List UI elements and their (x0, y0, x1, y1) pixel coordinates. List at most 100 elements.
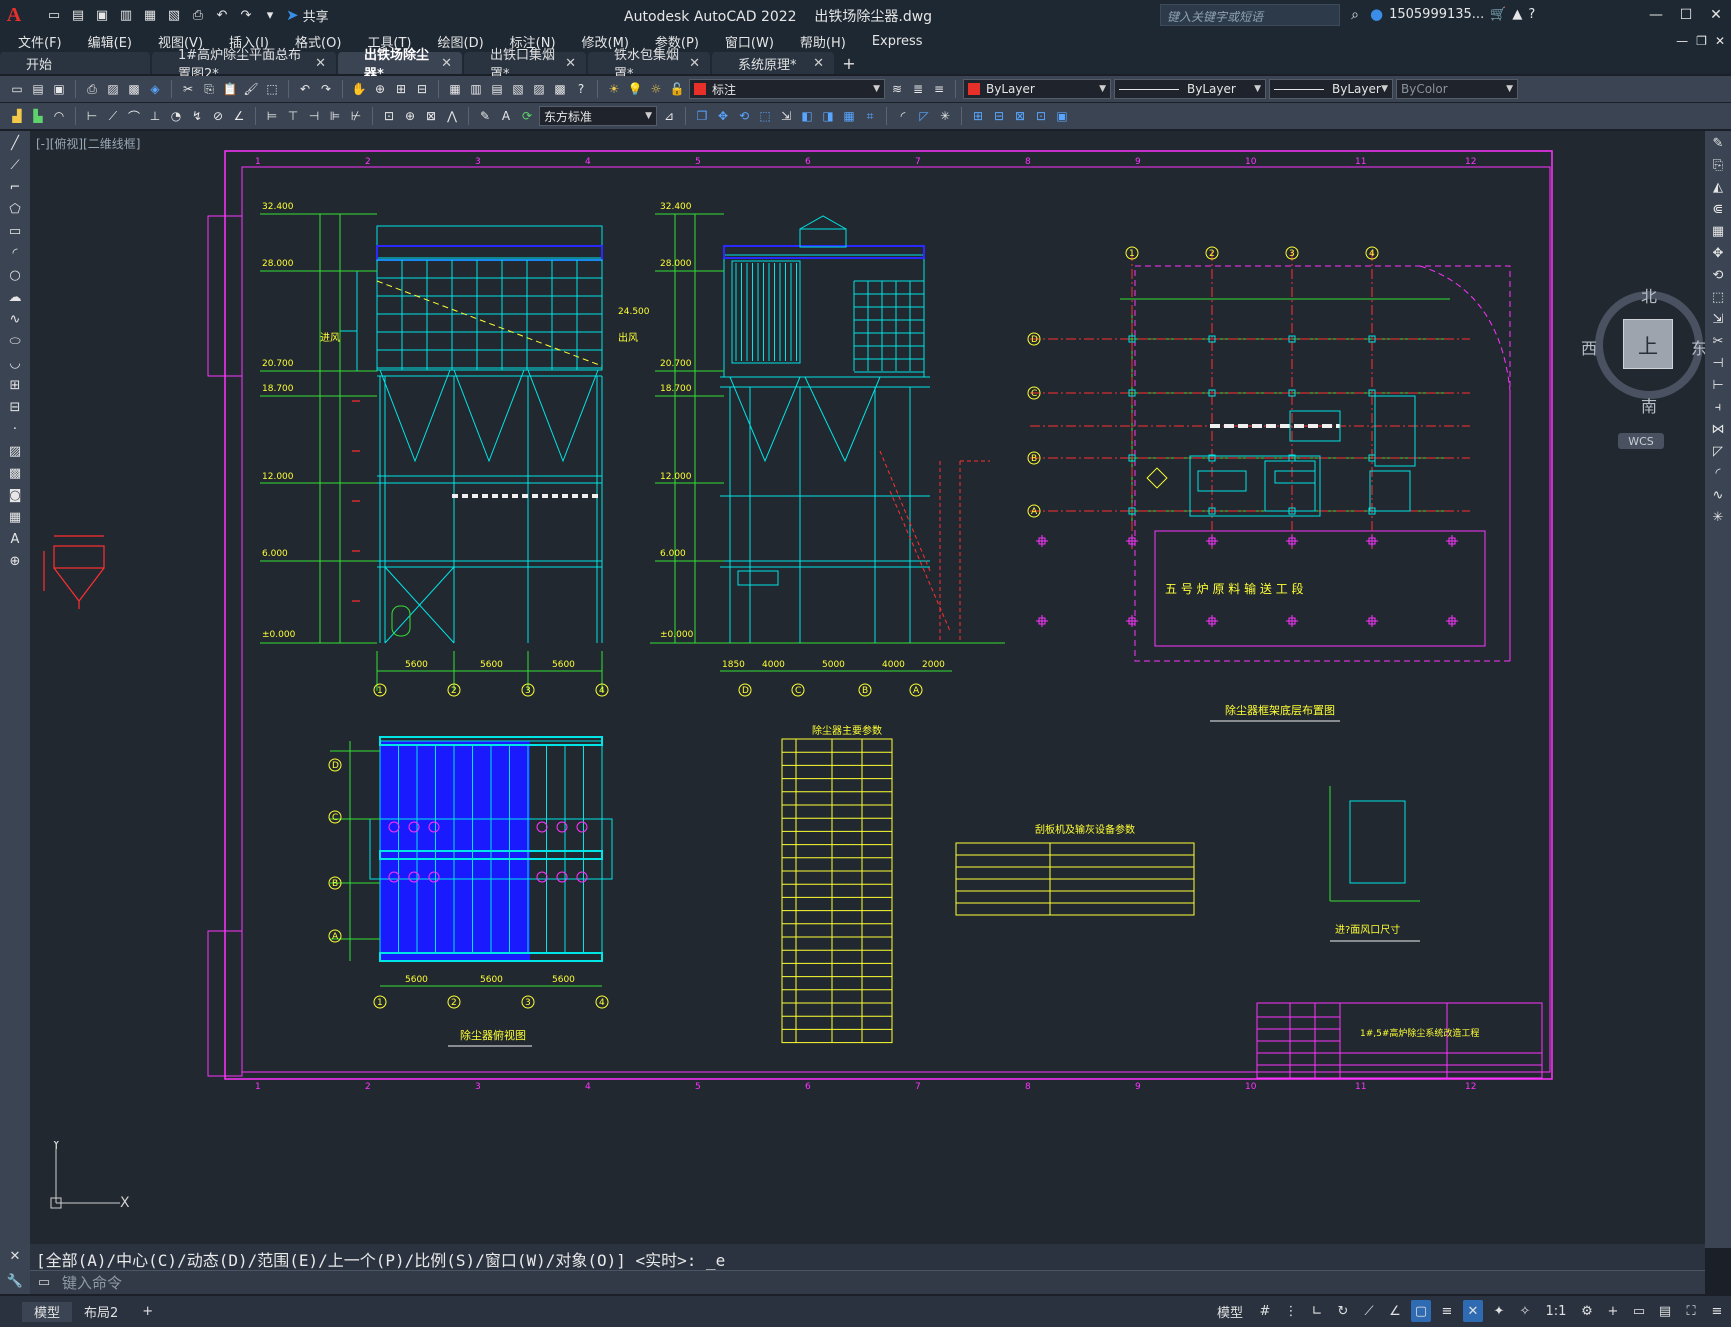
inspection-icon[interactable]: ⊠ (422, 107, 440, 125)
tab-blast-furnace-plan[interactable]: 1#高炉除尘平面总布置图2* ✕ (152, 48, 336, 82)
radius-icon[interactable]: ◔ (167, 107, 185, 125)
markup-icon[interactable]: ▨ (530, 80, 548, 98)
close-tab-icon[interactable]: ✕ (813, 56, 824, 71)
angular-icon[interactable]: ∠ (230, 107, 248, 125)
autodesk-app-icon[interactable]: ▲ (1512, 7, 1522, 22)
viewcube[interactable]: 上 北 南 西 东 WCS (1581, 283, 1705, 449)
command-prompt-icon[interactable]: ▭ (30, 1275, 58, 1290)
block-editor-icon[interactable]: ⬚ (263, 80, 281, 98)
rotate-icon[interactable]: ⟲ (735, 107, 753, 125)
save-as-icon[interactable]: ▥ (116, 5, 136, 25)
clean-screen-icon[interactable]: ⛶ (1681, 1300, 1701, 1322)
viewcube-west[interactable]: 西 (1581, 335, 1597, 359)
dim-arc-icon[interactable]: ◠ (50, 107, 68, 125)
new-icon[interactable]: ▭ (44, 5, 64, 25)
join-icon[interactable]: ⋈ (1707, 419, 1729, 439)
menu-file[interactable]: 文件(F) (18, 32, 62, 51)
circle-icon[interactable]: ○ (4, 265, 26, 285)
save-icon[interactable]: ▣ (92, 5, 112, 25)
dim-linear-icon[interactable]: ▟ (8, 107, 26, 125)
user-account[interactable]: ● 1505999135... 🛒 ▲ ? (1370, 5, 1535, 23)
mtext-icon[interactable]: A (4, 529, 26, 549)
dim-edit-icon[interactable]: ✎ (476, 107, 494, 125)
menu-window[interactable]: 窗口(W) (725, 32, 774, 51)
quick-properties-icon[interactable]: ▤ (1655, 1300, 1675, 1322)
sheet-set-icon[interactable]: ▧ (509, 80, 527, 98)
tab-tapping-dust-collector[interactable]: 出铁场除尘器* ✕ (338, 48, 462, 82)
linetype-dropdown[interactable]: ByLayer ▼ (1114, 79, 1266, 99)
fillet-icon[interactable]: ◜ (894, 107, 912, 125)
match-properties-icon[interactable]: 🖌 (242, 80, 260, 98)
viewcube-top-face[interactable]: 上 (1623, 319, 1673, 369)
help-icon[interactable]: ? (1528, 7, 1535, 22)
new-tab-button[interactable]: + (836, 52, 862, 74)
dim-text-edit-icon[interactable]: A (497, 107, 515, 125)
close-tab-icon[interactable]: ✕ (441, 56, 452, 71)
dim-update-icon[interactable]: ⟳ (518, 107, 536, 125)
quick-dim-icon[interactable]: ⊨ (263, 107, 281, 125)
linear-dim-icon[interactable]: ⊢ (83, 107, 101, 125)
explode-icon[interactable]: ✳ (1707, 507, 1729, 527)
jogged-linear-icon[interactable]: ⋀ (443, 107, 461, 125)
polyline-icon[interactable]: ⌐ (4, 177, 26, 197)
zoom-previous-icon[interactable]: ⊟ (413, 80, 431, 98)
tab-system-principle[interactable]: 系统原理* ✕ (712, 52, 834, 74)
annotation-scale-value[interactable]: 1:1 (1541, 1300, 1571, 1322)
viewcube-north[interactable]: 北 (1641, 283, 1657, 307)
transparency-icon[interactable]: ✕ (1463, 1300, 1483, 1322)
polar-icon[interactable]: ↻ (1333, 1300, 1353, 1322)
viewcube-east[interactable]: 东 (1691, 335, 1705, 359)
plotstyle-dropdown[interactable]: ByColor ▼ (1396, 79, 1518, 99)
close-tab-icon[interactable]: ✕ (565, 56, 576, 71)
explode-icon[interactable]: ✳ (936, 107, 954, 125)
layer-states-icon[interactable]: ≡ (930, 80, 948, 98)
menu-help[interactable]: 帮助(H) (800, 32, 846, 51)
chamfer-icon[interactable]: ◸ (1707, 441, 1729, 461)
baseline-icon[interactable]: ⊤ (284, 107, 302, 125)
center-mark-icon[interactable]: ⊕ (401, 107, 419, 125)
revision-cloud-icon[interactable]: ☁ (4, 287, 26, 307)
plot-preview-icon[interactable]: ▨ (104, 80, 122, 98)
dim-style-icon[interactable]: ⊿ (660, 107, 678, 125)
ellipse-icon[interactable]: ⬭ (4, 331, 26, 351)
tab-model[interactable]: 模型 (22, 1301, 73, 1322)
maximize-button[interactable]: ☐ (1671, 0, 1701, 30)
object-snap-icon[interactable]: ▢ (1411, 1300, 1431, 1322)
layer-dropdown[interactable]: 标注 ▼ (689, 79, 885, 99)
lineweight-icon[interactable]: ≡ (1437, 1300, 1457, 1322)
command-line[interactable]: ▭ 键入命令 (30, 1270, 1705, 1294)
image-icon[interactable]: ▣ (1053, 107, 1071, 125)
break-at-point-icon[interactable]: ⊢ (1707, 375, 1729, 395)
properties-icon[interactable]: ▦ (446, 80, 464, 98)
close-tab-icon[interactable]: ✕ (689, 56, 700, 71)
customize-command-icon[interactable]: 🔧 (7, 1274, 23, 1289)
open-icon[interactable]: ▤ (68, 5, 88, 25)
layer-previous-icon[interactable]: ≣ (909, 80, 927, 98)
share-button[interactable]: ➤ 共享 (286, 6, 329, 25)
mirror-icon[interactable]: ◧ (798, 107, 816, 125)
jogged-icon[interactable]: ↯ (188, 107, 206, 125)
point-icon[interactable]: · (4, 419, 26, 439)
open-web-icon[interactable]: ▦ (140, 5, 160, 25)
layer-properties-icon[interactable]: ☀ (605, 80, 623, 98)
dim-break-icon[interactable]: ⊬ (347, 107, 365, 125)
tab-layout2[interactable]: 布局2 (72, 1302, 130, 1322)
plot-icon[interactable]: ⎙ (83, 80, 101, 98)
erase-icon[interactable]: ✎ (1707, 133, 1729, 153)
dimstyle-dropdown[interactable]: 东方标准 ▼ (539, 106, 657, 126)
make-current-layer-icon[interactable]: ≋ (888, 80, 906, 98)
cart-icon[interactable]: 🛒 (1490, 7, 1506, 22)
tool-palettes-icon[interactable]: ▤ (488, 80, 506, 98)
stretch-icon[interactable]: ⇲ (1707, 309, 1729, 329)
insert-block-icon[interactable]: ⊞ (4, 375, 26, 395)
mirror-icon[interactable]: ◭ (1707, 177, 1729, 197)
autocad-logo-icon[interactable]: A (0, 0, 28, 30)
array-icon[interactable]: ▦ (840, 107, 858, 125)
undo-icon[interactable]: ↶ (296, 80, 314, 98)
minimize-button[interactable]: — (1641, 0, 1671, 30)
fillet-icon[interactable]: ◜ (1707, 463, 1729, 483)
move-icon[interactable]: ✥ (714, 107, 732, 125)
grid-icon[interactable]: # (1255, 1300, 1275, 1322)
insert-block-icon[interactable]: ⊞ (969, 107, 987, 125)
add-selected-icon[interactable]: ⊕ (4, 551, 26, 571)
